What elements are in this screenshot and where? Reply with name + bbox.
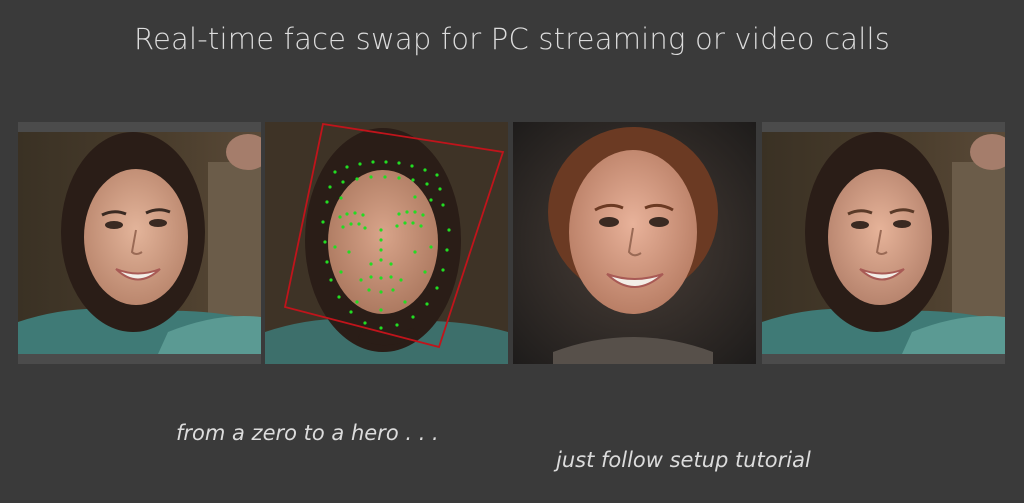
- page-title: Real-time face swap for PC streaming or …: [133, 22, 891, 56]
- face-landmarks-image: [265, 122, 508, 364]
- landmark-detection-panel: [265, 122, 508, 364]
- swapped-face-image: [513, 122, 756, 364]
- swapped-face-panel: [513, 122, 756, 364]
- caption-right: just follow setup tutorial: [556, 448, 811, 472]
- merged-face-image: [762, 122, 1005, 364]
- merged-result-panel: [762, 122, 1005, 364]
- source-frame-panel: [18, 122, 261, 364]
- source-face-image: [18, 122, 261, 364]
- caption-left: from a zero to a hero . . .: [176, 421, 439, 445]
